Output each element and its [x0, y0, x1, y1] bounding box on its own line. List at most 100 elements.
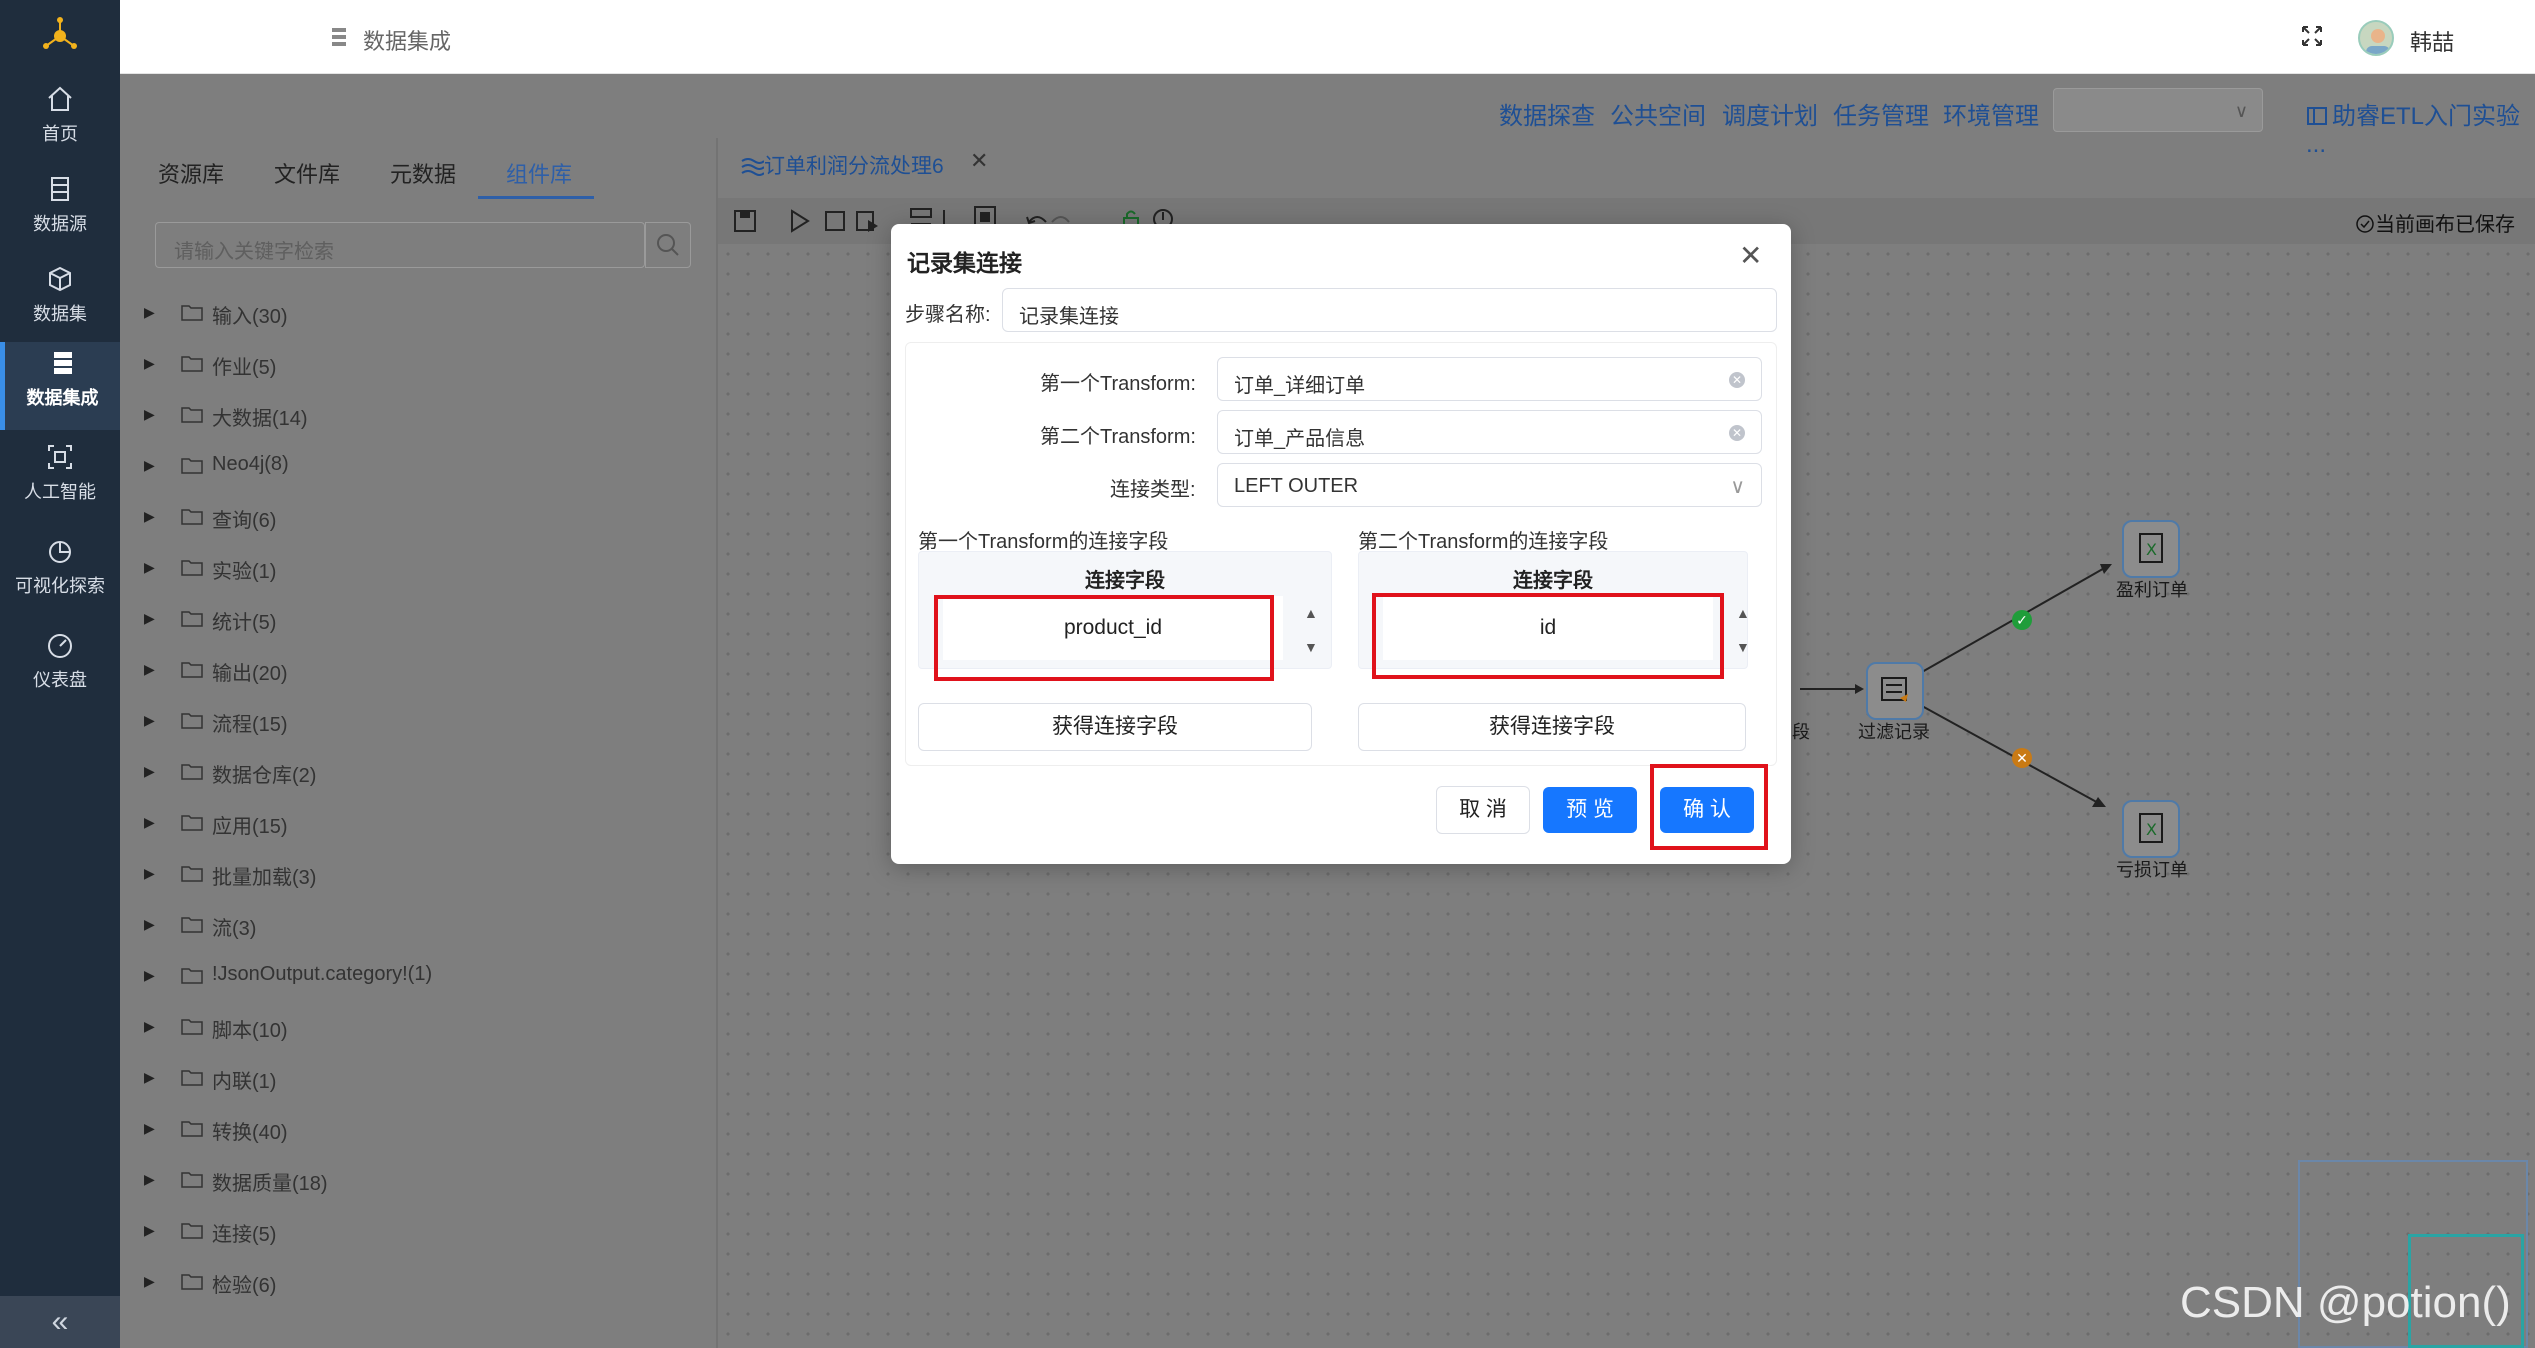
tree-item[interactable]: ▶ Neo4j(8): [140, 453, 640, 493]
tree-item[interactable]: ▶ 流程(15): [140, 708, 640, 748]
environment-select[interactable]: ∨: [2053, 88, 2263, 132]
sidebar-item-integration[interactable]: 数据集成: [0, 342, 120, 430]
folder-icon: [181, 917, 203, 933]
sidebar-item-dashboard[interactable]: 仪表盘: [0, 624, 120, 712]
user-name[interactable]: 韩喆: [2410, 25, 2454, 57]
avatar[interactable]: [2358, 20, 2394, 56]
tree-item[interactable]: ▶ 脚本(10): [140, 1014, 640, 1054]
node-filter[interactable]: [1866, 662, 1924, 720]
help-link[interactable]: 助睿ETL入门实验 ...: [2306, 96, 2535, 159]
caret-right-icon: ▶: [144, 712, 155, 728]
folder-icon: [181, 509, 203, 525]
caret-right-icon: ▶: [144, 1171, 155, 1187]
scroll-up-icon[interactable]: ▲: [1304, 605, 1318, 621]
tree-item[interactable]: ▶ 应用(15): [140, 810, 640, 850]
menu-data-explore[interactable]: 数据探查: [1499, 96, 1595, 131]
debug-icon[interactable]: [854, 208, 880, 234]
tree-item[interactable]: ▶ 作业(5): [140, 351, 640, 391]
tree-item[interactable]: ▶ 转换(40): [140, 1116, 640, 1156]
tab-repository[interactable]: 资源库: [158, 157, 224, 189]
caret-right-icon: ▶: [144, 406, 155, 422]
close-icon[interactable]: ✕: [1739, 242, 1762, 270]
sidebar-item-label: 仪表盘: [33, 670, 87, 690]
save-icon[interactable]: [732, 208, 758, 234]
tab-metadata[interactable]: 元数据: [390, 157, 456, 189]
clear-icon[interactable]: ✕: [1729, 372, 1745, 388]
menu-schedule[interactable]: 调度计划: [1722, 96, 1818, 131]
tree-item[interactable]: ▶ 输入(30): [140, 300, 640, 340]
get-second-fields-button[interactable]: 获得连接字段: [1358, 703, 1746, 751]
sidebar-item-dataset[interactable]: 数据集: [0, 258, 120, 346]
first-transform-label: 第一个Transform:: [1040, 373, 1196, 395]
folder-icon: [181, 1274, 203, 1290]
caret-right-icon: ▶: [144, 559, 155, 575]
scroll-up-icon[interactable]: ▲: [1736, 605, 1750, 621]
caret-right-icon: ▶: [144, 355, 155, 371]
tree-item[interactable]: ▶ 输出(20): [140, 657, 640, 697]
step-name-label: 步骤名称:: [905, 304, 991, 326]
get-first-fields-button[interactable]: 获得连接字段: [918, 703, 1312, 751]
caret-right-icon: ▶: [144, 457, 155, 473]
tree-item[interactable]: ▶ 检验(6): [140, 1269, 640, 1309]
sidebar-item-datasource[interactable]: 数据源: [0, 168, 120, 256]
filter-record-icon: [1881, 677, 1908, 702]
join-type-select[interactable]: LEFT OUTER ∨: [1217, 463, 1762, 507]
sidebar-item-visual[interactable]: 可视化探索: [0, 530, 120, 618]
folder-icon: [181, 407, 203, 423]
tree-item[interactable]: ▶ 实验(1): [140, 555, 640, 595]
cancel-button[interactable]: 取 消: [1436, 786, 1530, 834]
menu-icon[interactable]: [330, 26, 348, 48]
menu-task-manage[interactable]: 任务管理: [1833, 96, 1929, 131]
caret-right-icon: ▶: [144, 1069, 155, 1085]
menu-env-manage[interactable]: 环境管理: [1943, 96, 2039, 131]
active-tab-indicator: [478, 196, 594, 199]
node-profit[interactable]: X: [2122, 520, 2180, 578]
record-join-dialog: 记录集连接 ✕ 步骤名称: 记录集连接 第一个Transform: 订单_详细订…: [891, 224, 1791, 864]
tree-item[interactable]: ▶ 统计(5): [140, 606, 640, 646]
caret-right-icon: ▶: [144, 967, 155, 983]
folder-icon: [181, 1172, 203, 1188]
menu-public-space[interactable]: 公共空间: [1610, 96, 1706, 131]
second-transform-select[interactable]: 订单_产品信息 ✕: [1217, 410, 1762, 454]
tab-canvas-label: 订单利润分流处理6: [764, 155, 944, 178]
clear-icon[interactable]: ✕: [1729, 425, 1745, 441]
sidebar-item-label: 数据集成: [26, 388, 99, 408]
tree-item[interactable]: ▶ 查询(6): [140, 504, 640, 544]
node-loss[interactable]: X: [2122, 800, 2180, 858]
tree-item[interactable]: ▶ 大数据(14): [140, 402, 640, 442]
search-input[interactable]: 请输入关键字检索: [155, 222, 645, 268]
folder-icon: [181, 713, 203, 729]
tree-item[interactable]: ▶ 内联(1): [140, 1065, 640, 1105]
search-placeholder: 请输入关键字检索: [174, 241, 334, 263]
close-tab-icon[interactable]: ✕: [970, 148, 988, 174]
svg-text:X: X: [2146, 820, 2157, 839]
tree-item[interactable]: ▶ 数据仓库(2): [140, 759, 640, 799]
tree-item[interactable]: ▶ 流(3): [140, 912, 640, 952]
tab-canvas[interactable]: 订单利润分流处理6: [740, 150, 944, 180]
first-transform-select[interactable]: 订单_详细订单 ✕: [1217, 357, 1762, 401]
tab-file-library[interactable]: 文件库: [274, 157, 340, 189]
sidebar-item-ai[interactable]: 人工智能: [0, 436, 120, 524]
folder-icon: [181, 611, 203, 627]
save-status-text: 当前画布已保存: [2375, 214, 2515, 236]
tree-item[interactable]: ▶ 连接(5): [140, 1218, 640, 1258]
scroll-down-icon[interactable]: ▼: [1736, 639, 1750, 655]
tree-item[interactable]: ▶ 数据质量(18): [140, 1167, 640, 1207]
join-type-label: 连接类型:: [1110, 479, 1196, 501]
second-transform-label: 第二个Transform:: [1040, 426, 1196, 448]
preview-button[interactable]: 预 览: [1543, 787, 1637, 833]
fullscreen-icon[interactable]: [2300, 24, 2324, 48]
scroll-down-icon[interactable]: ▼: [1304, 639, 1318, 655]
run-icon[interactable]: [786, 208, 812, 234]
tab-component-library[interactable]: 组件库: [506, 157, 572, 189]
excel-icon: X: [2139, 813, 2163, 843]
first-transform-value: 订单_详细订单: [1234, 375, 1366, 397]
stop-icon[interactable]: [822, 208, 848, 234]
search-button[interactable]: [645, 222, 691, 268]
step-name-input[interactable]: 记录集连接: [1002, 288, 1777, 332]
tree-item[interactable]: ▶ !JsonOutput.category!(1): [140, 963, 640, 1003]
gauge-icon: [48, 634, 72, 658]
tree-item[interactable]: ▶ 批量加载(3): [140, 861, 640, 901]
sidebar-collapse-button[interactable]: «: [0, 1296, 120, 1348]
sidebar-item-home[interactable]: 首页: [0, 78, 120, 166]
